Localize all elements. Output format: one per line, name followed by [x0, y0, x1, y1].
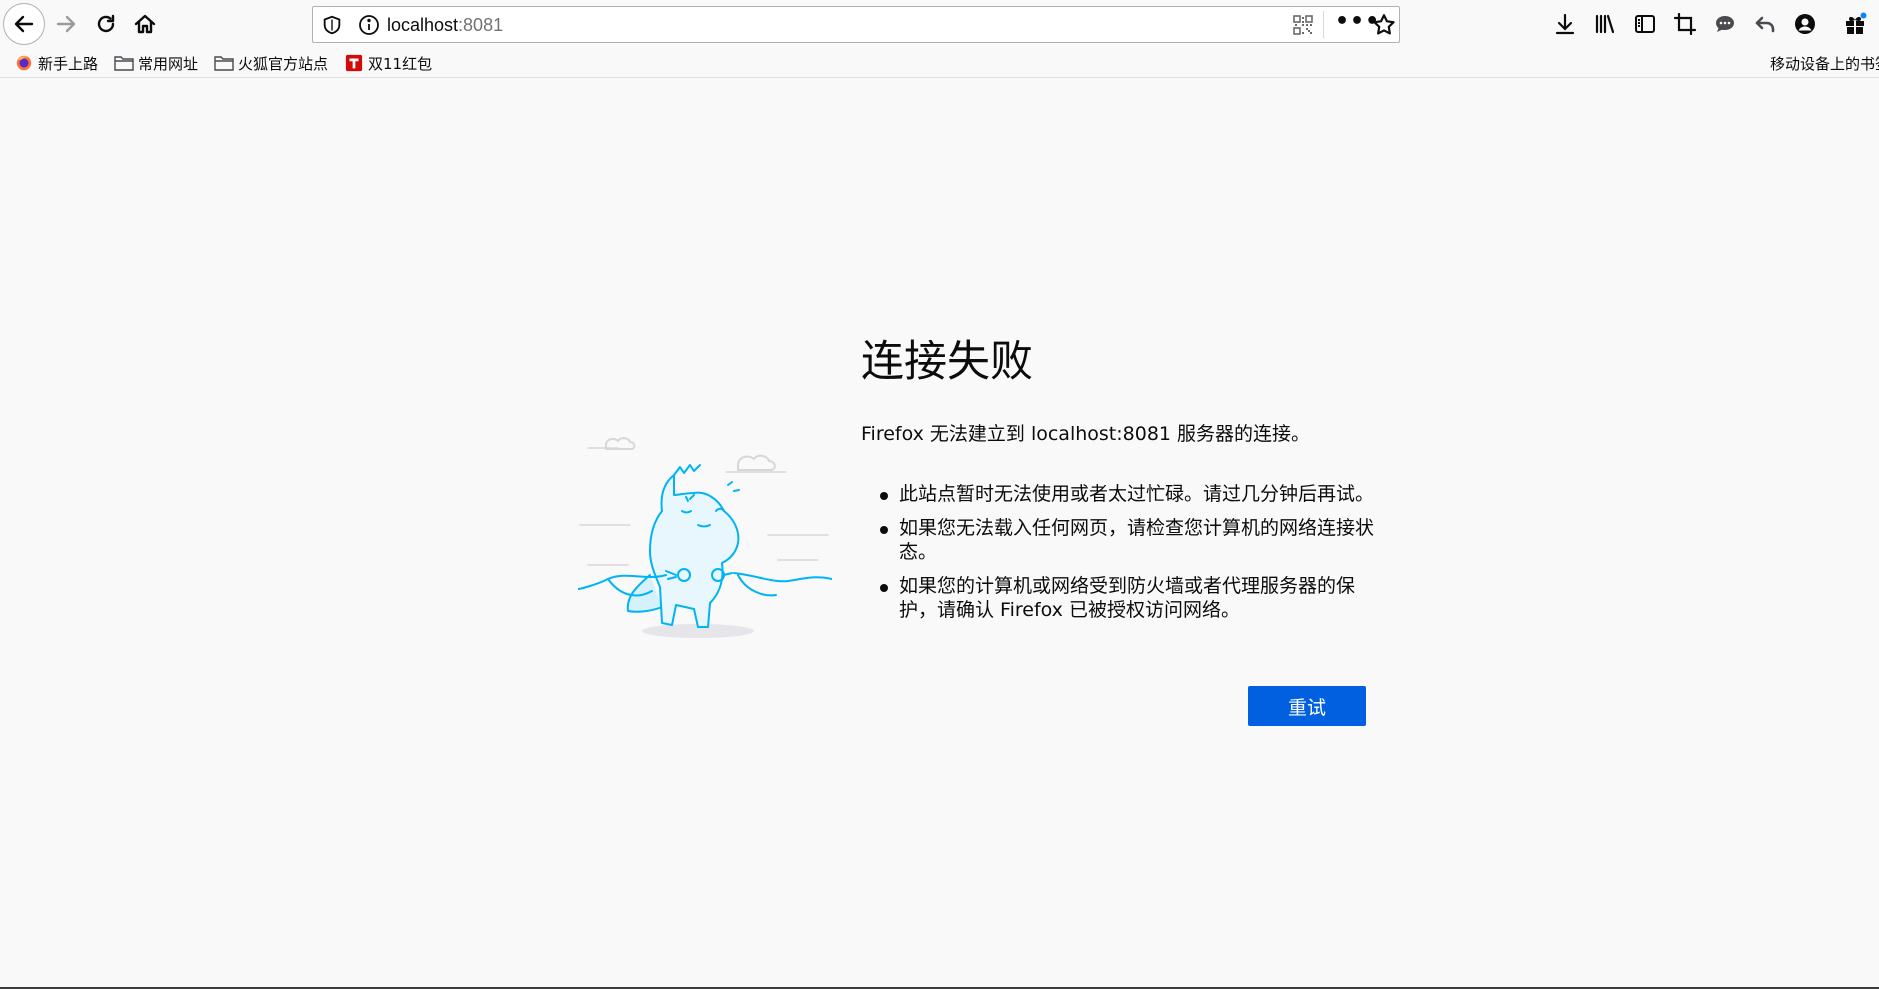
- screenshot-button[interactable]: [1671, 10, 1699, 38]
- shield-icon[interactable]: [321, 14, 343, 36]
- error-tip-item: 如果您的计算机或网络受到防火墙或者代理服务器的保护，请确认 Firefox 已被…: [880, 574, 1380, 622]
- mobile-bookmarks-folder[interactable]: 移动设备上的书签: [1768, 51, 1879, 75]
- gift-icon: [1846, 12, 1867, 34]
- download-icon: [1555, 13, 1575, 35]
- bookmarks-toolbar: 新手上路 常用网址 火狐官方站点 双11红包 移动设备上的书签: [0, 48, 1879, 78]
- chat-bubble-icon: [1716, 16, 1734, 32]
- url-text[interactable]: localhost:8081: [387, 13, 503, 37]
- back-button[interactable]: [3, 3, 45, 45]
- navigation-toolbar: localhost:8081 •••: [0, 0, 1879, 48]
- sidebar-icon: [1635, 15, 1655, 33]
- crop-icon: [1673, 12, 1697, 36]
- reload-button[interactable]: [86, 4, 126, 44]
- folder-icon: [114, 56, 134, 71]
- reload-icon: [97, 14, 115, 33]
- home-icon: [134, 14, 156, 34]
- retry-button[interactable]: 重试: [1248, 686, 1366, 726]
- library-button[interactable]: [1591, 10, 1619, 38]
- arrow-left-icon: [14, 15, 34, 33]
- bookmark-label: 火狐官方站点: [238, 54, 329, 73]
- forward-button[interactable]: [46, 4, 86, 44]
- home-button[interactable]: [125, 4, 165, 44]
- bookmark-folder[interactable]: 常用网址: [114, 51, 198, 75]
- error-tip-item: 此站点暂时无法使用或者太过忙碌。请过几分钟后再试。: [880, 482, 1380, 506]
- error-title: 连接失败: [861, 337, 1033, 387]
- star-icon[interactable]: [1371, 12, 1397, 38]
- error-tips-list: 此站点暂时无法使用或者太过忙碌。请过几分钟后再试。 如果您无法载入任何网页，请检…: [880, 482, 1380, 632]
- error-tip-item: 如果您无法载入任何网页，请检查您计算机的网络连接状态。: [880, 516, 1380, 564]
- error-description: Firefox 无法建立到 localhost:8081 服务器的连接。: [861, 423, 1311, 445]
- undo-icon: [1755, 16, 1775, 33]
- folder-icon: [214, 56, 234, 71]
- bookmark-label: 新手上路: [38, 54, 99, 73]
- qr-code-icon[interactable]: [1293, 15, 1313, 35]
- url-port: :8081: [458, 15, 504, 35]
- account-icon: [1795, 14, 1815, 34]
- bookmark-item[interactable]: 双11红包: [344, 51, 432, 75]
- bookmark-label: 常用网址: [138, 54, 199, 73]
- library-icon: [1595, 14, 1615, 34]
- info-icon[interactable]: [357, 13, 381, 37]
- account-button[interactable]: [1791, 10, 1819, 38]
- bookmark-label: 双11红包: [368, 54, 433, 73]
- bookmark-label: 移动设备上的书签: [1770, 54, 1879, 73]
- chat-button[interactable]: [1711, 10, 1739, 38]
- arrow-right-icon: [56, 15, 76, 33]
- sidebar-button[interactable]: [1631, 10, 1659, 38]
- downloads-button[interactable]: [1551, 10, 1579, 38]
- disconnected-dino-illustration: [578, 437, 832, 638]
- extensions-button[interactable]: [1841, 10, 1869, 38]
- bookmark-item[interactable]: 新手上路: [14, 51, 98, 75]
- url-separator: [1323, 11, 1324, 38]
- url-host: localhost: [387, 15, 459, 35]
- firefox-icon: [16, 55, 32, 71]
- bookmark-folder[interactable]: 火狐官方站点: [214, 51, 328, 75]
- page-actions-button[interactable]: •••: [1335, 11, 1379, 39]
- undo-close-tab-button[interactable]: [1751, 10, 1779, 38]
- tmall-icon: [345, 54, 363, 72]
- url-bar[interactable]: localhost:8081 •••: [312, 6, 1400, 43]
